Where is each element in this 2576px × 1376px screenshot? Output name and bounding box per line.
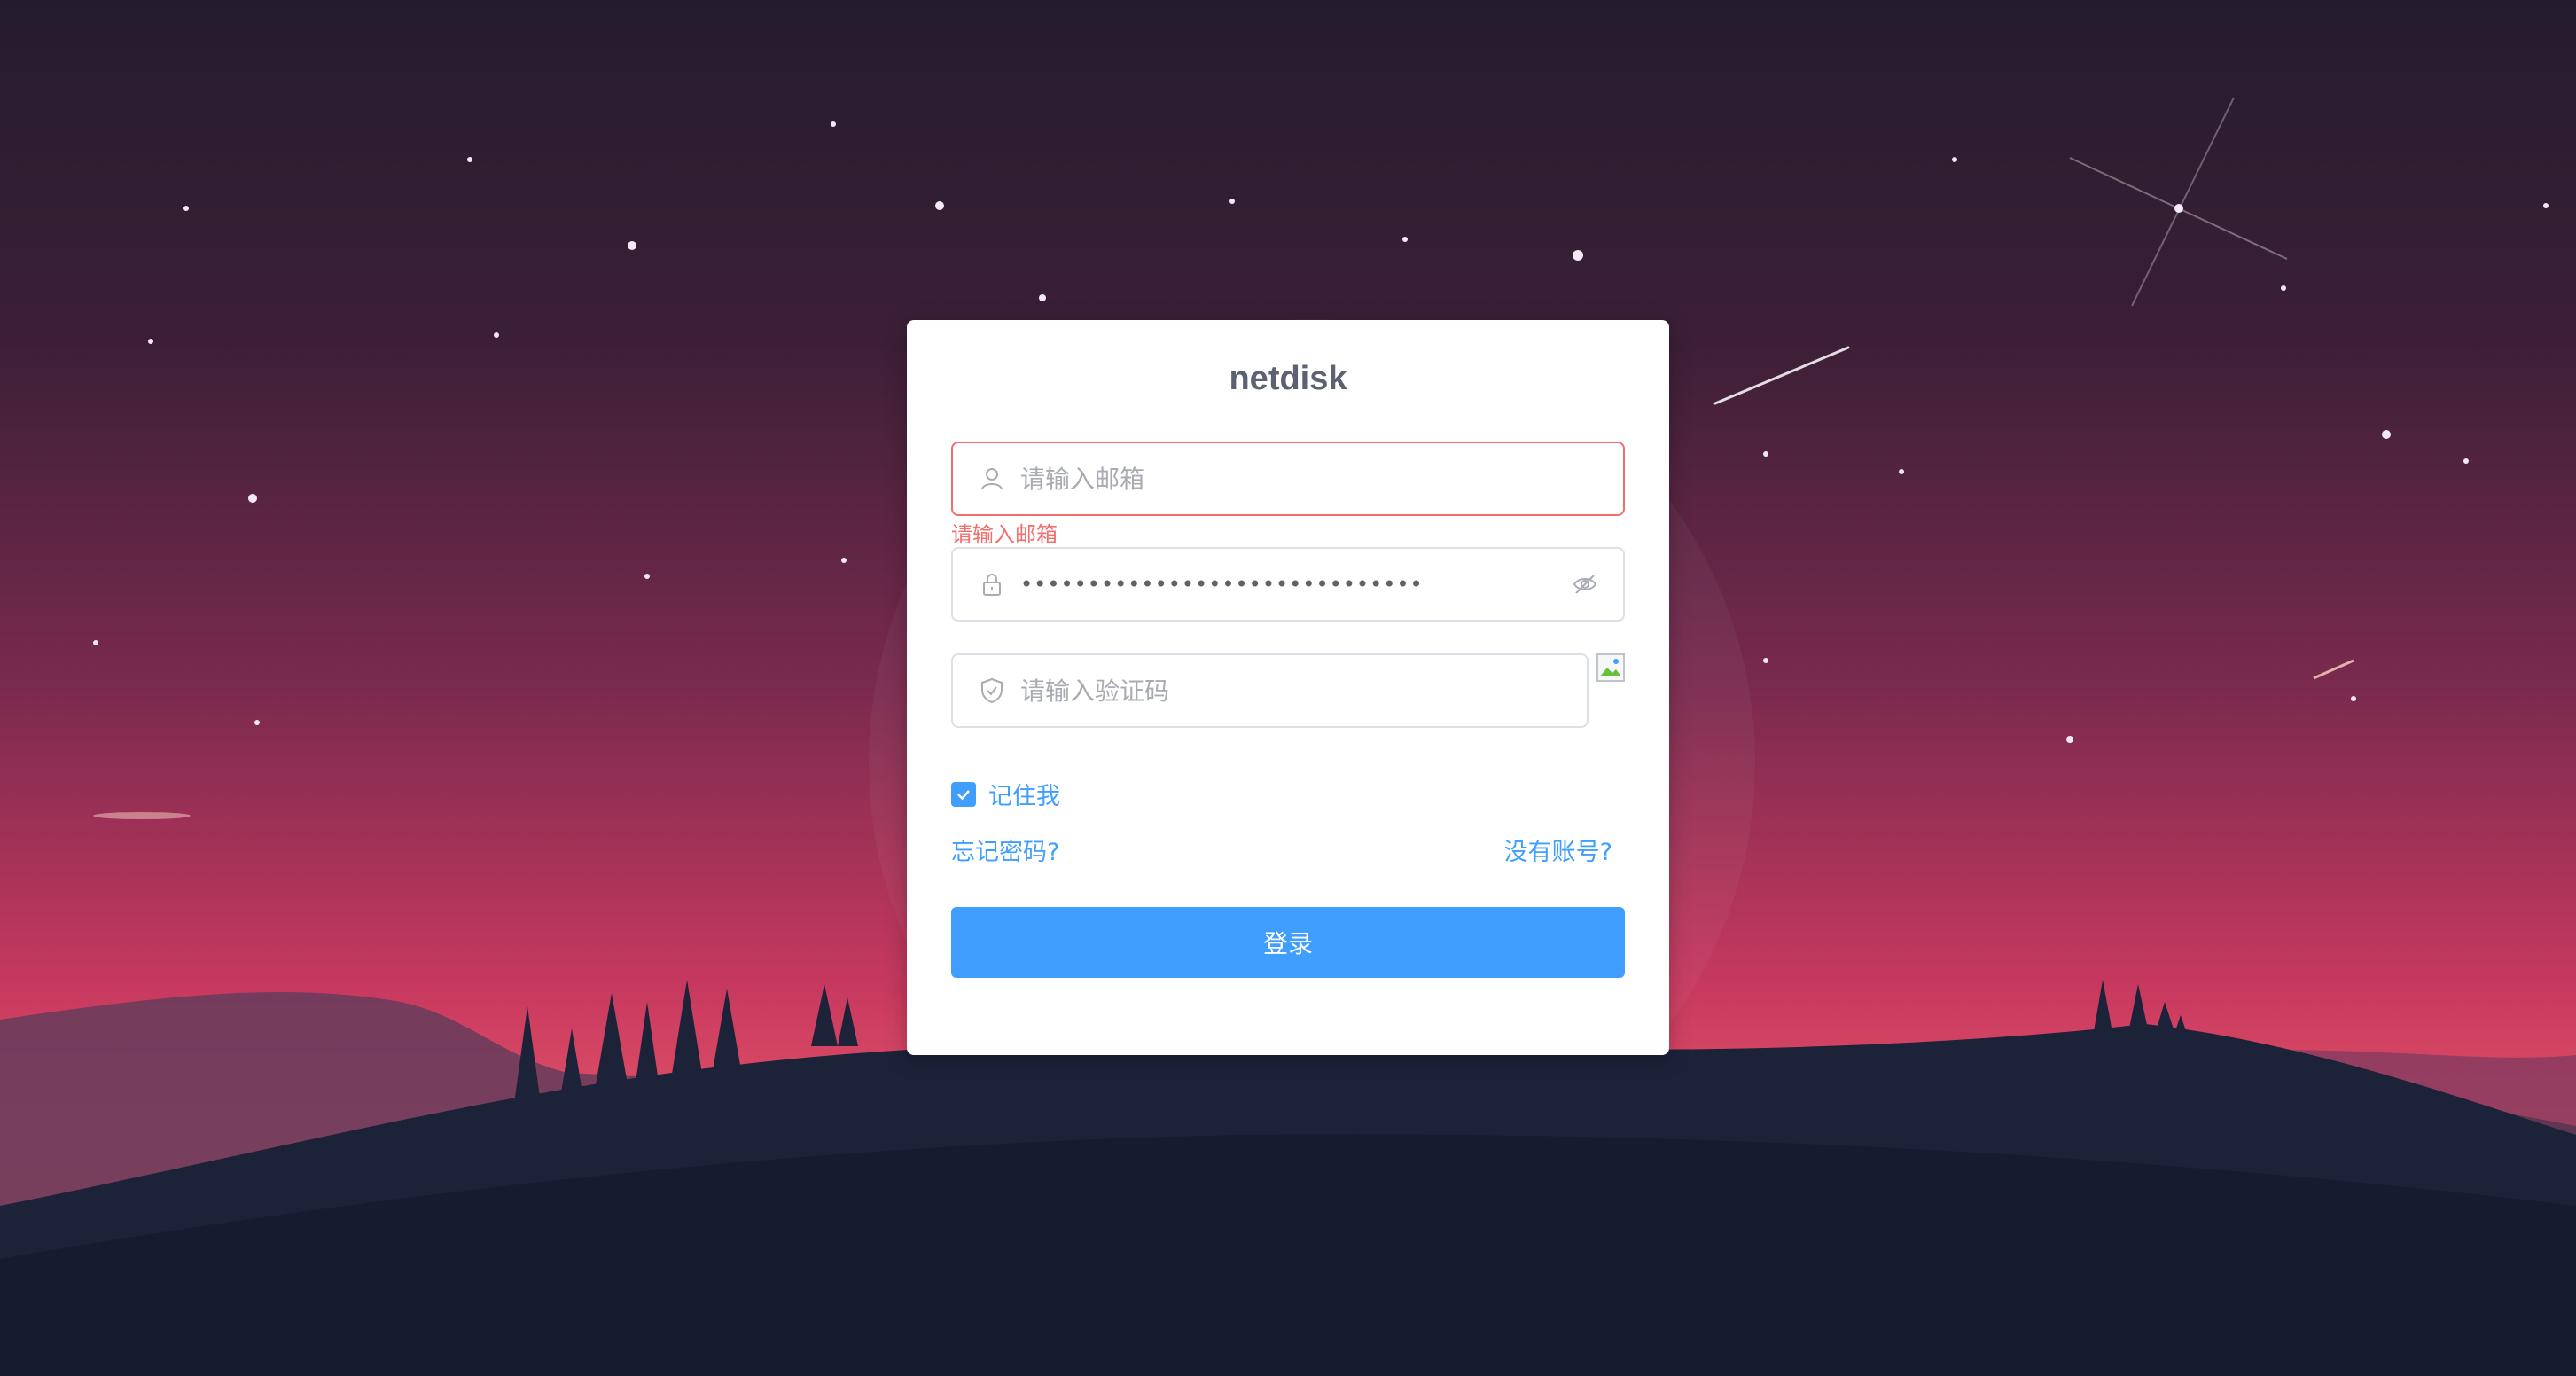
- login-button[interactable]: 登录: [951, 907, 1625, 978]
- check-icon: [957, 789, 970, 800]
- remember-me-label[interactable]: 记住我: [988, 777, 1060, 811]
- lock-icon: [983, 574, 1001, 596]
- email-input[interactable]: [1020, 443, 1605, 514]
- password-field[interactable]: [951, 547, 1625, 622]
- email-error-message: 请输入邮箱: [951, 522, 1058, 547]
- captcha-input[interactable]: [1020, 655, 1570, 726]
- remember-me-checkbox[interactable]: 记住我: [951, 777, 1060, 811]
- password-input[interactable]: [1020, 549, 1552, 620]
- forgot-password-link[interactable]: 忘记密码?: [951, 833, 1059, 867]
- user-icon: [981, 468, 1003, 490]
- checkbox-box[interactable]: [951, 781, 976, 807]
- app-title: netdisk: [1229, 360, 1347, 397]
- eye-off-icon[interactable]: [1572, 571, 1598, 598]
- email-field[interactable]: [951, 442, 1625, 516]
- captcha-image-icon[interactable]: [1596, 653, 1625, 682]
- login-card: netdisk 请输入邮箱 请输入邮箱 ••••••••••••••••••••…: [907, 320, 1669, 1055]
- register-link[interactable]: 没有账号?: [1504, 833, 1612, 867]
- captcha-field[interactable]: [951, 653, 1589, 728]
- shield-icon: [981, 677, 1003, 704]
